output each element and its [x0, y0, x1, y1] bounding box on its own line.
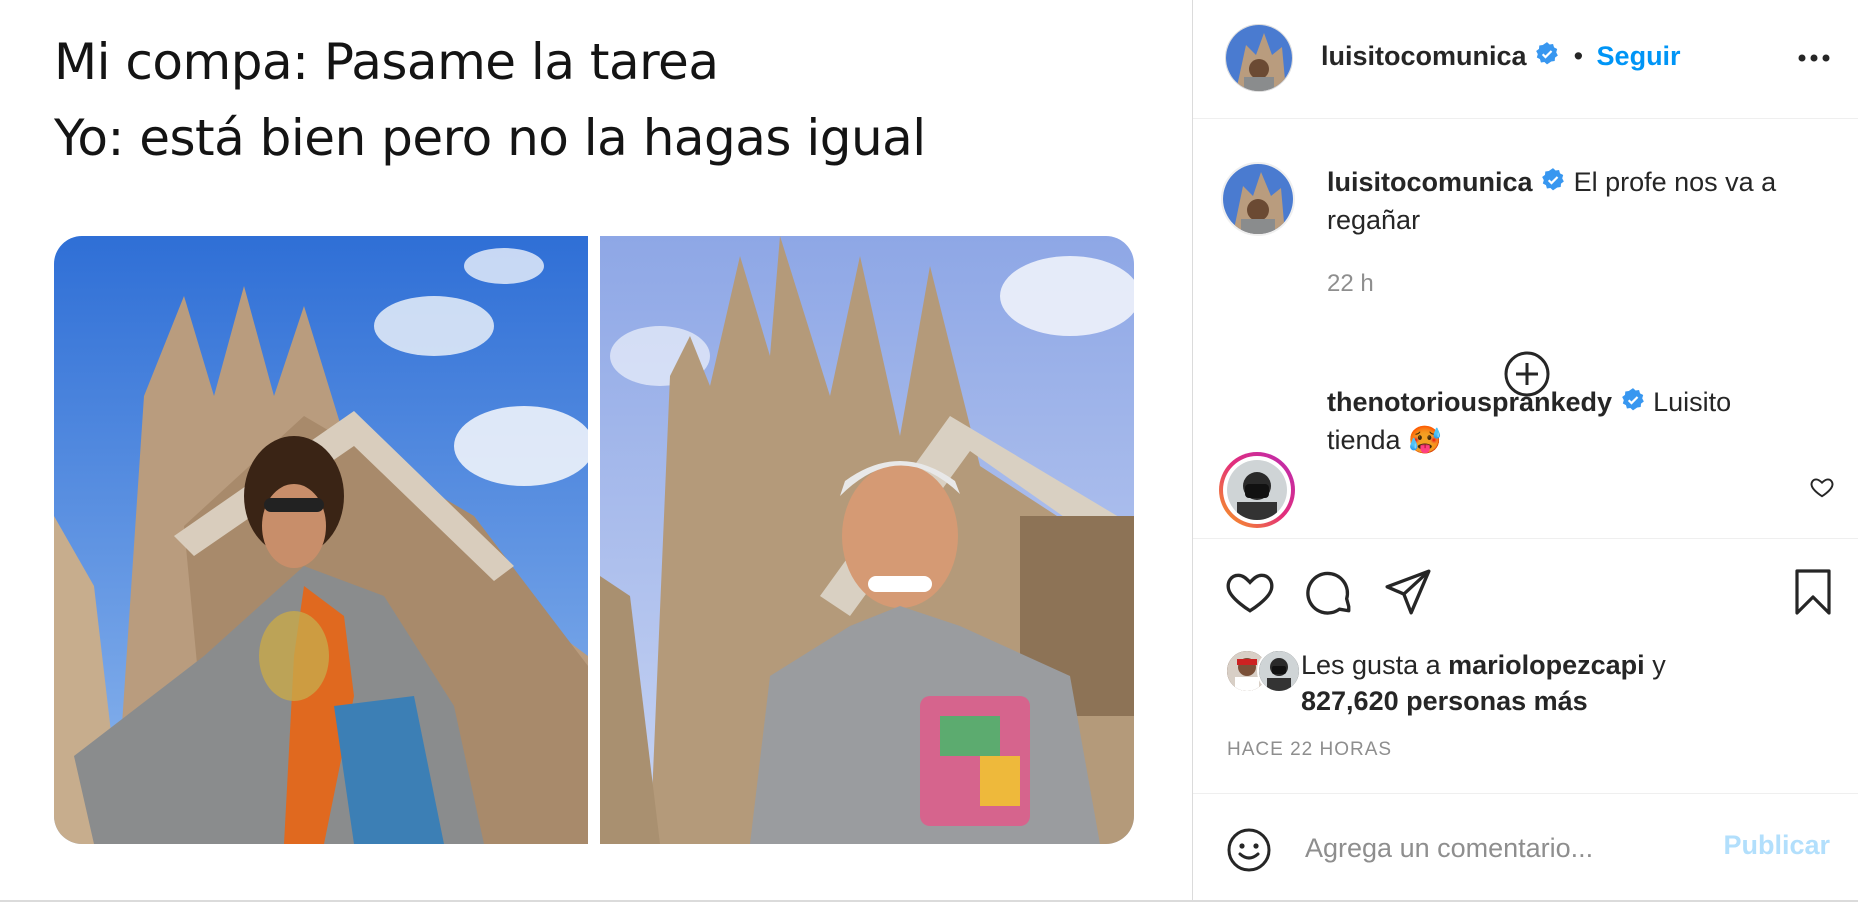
- meme-line-2: Yo: está bien pero no la hagas igual: [54, 109, 926, 167]
- post-actions-section: Les gusta a mariolopezcapi y 827,620 per…: [1193, 538, 1858, 903]
- comment-bubble-icon[interactable]: [1305, 567, 1355, 617]
- likes-count[interactable]: 827,620 personas más: [1301, 683, 1588, 719]
- commenter-avatar-ring[interactable]: [1219, 452, 1295, 528]
- caption-username[interactable]: luisitocomunica: [1327, 167, 1533, 197]
- liker-avatar-2[interactable]: [1257, 649, 1301, 693]
- verified-badge-icon: [1620, 386, 1646, 422]
- likes-conj: y: [1652, 650, 1666, 680]
- add-comment-bar: Publicar: [1193, 793, 1858, 904]
- commenter-avatar: [1227, 460, 1287, 520]
- post-header: luisitocomunica • Seguir: [1193, 0, 1858, 119]
- author-avatar[interactable]: [1225, 24, 1293, 92]
- share-send-icon[interactable]: [1383, 567, 1433, 617]
- publish-button[interactable]: Publicar: [1723, 830, 1830, 861]
- more-options-icon[interactable]: [1794, 40, 1834, 70]
- caption-text-block: luisitocomunica El profe nos va a regaña…: [1327, 164, 1807, 238]
- comment-input[interactable]: [1303, 827, 1707, 869]
- follow-button[interactable]: Seguir: [1597, 41, 1681, 71]
- verified-badge-icon: [1534, 40, 1560, 76]
- header-separator: •: [1573, 41, 1584, 71]
- photo-right-selfie: [600, 236, 1134, 844]
- author-username[interactable]: luisitocomunica: [1321, 41, 1527, 71]
- comment-like-heart-icon[interactable]: [1809, 474, 1835, 500]
- verified-badge-icon: [1540, 166, 1566, 202]
- comment-text-block: thenotoriousprankedy Luisito tienda 🥵: [1327, 384, 1777, 458]
- hot-face-emoji: 🥵: [1408, 424, 1442, 455]
- likes-prefix: Les gusta a: [1301, 650, 1441, 680]
- like-heart-icon[interactable]: [1225, 567, 1275, 617]
- comment-username[interactable]: thenotoriousprankedy: [1327, 387, 1612, 417]
- caption-author-avatar[interactable]: [1221, 162, 1295, 236]
- header-user-row: luisitocomunica • Seguir: [1321, 38, 1681, 76]
- meme-caption-image-text: Mi compa: Pasame la tarea Yo: está bien …: [54, 24, 926, 176]
- comments-section: luisitocomunica El profe nos va a regaña…: [1193, 118, 1858, 538]
- post-side-panel: luisitocomunica • Seguir luisitocomunica: [1193, 0, 1858, 902]
- photo-left-selfie: [54, 236, 588, 844]
- likes-summary-line-1: Les gusta a mariolopezcapi y: [1301, 647, 1666, 683]
- posted-ago[interactable]: HACE 22 HORAS: [1227, 739, 1392, 761]
- meme-line-1: Mi compa: Pasame la tarea: [54, 33, 719, 91]
- bookmark-save-icon[interactable]: [1791, 567, 1835, 617]
- emoji-smiley-icon[interactable]: [1225, 826, 1273, 874]
- caption-time[interactable]: 22 h: [1327, 270, 1374, 298]
- post-media[interactable]: Mi compa: Pasame la tarea Yo: está bien …: [0, 0, 1192, 902]
- liker-username[interactable]: mariolopezcapi: [1448, 650, 1645, 680]
